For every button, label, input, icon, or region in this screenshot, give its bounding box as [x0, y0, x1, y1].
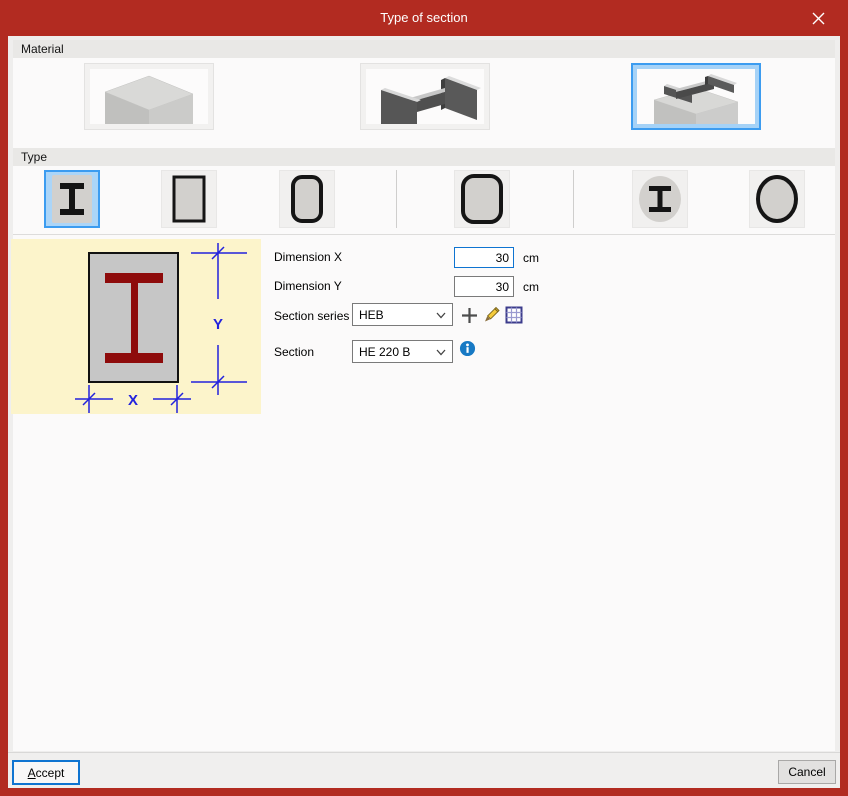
type-group-divider [573, 170, 574, 228]
circle-i-section-icon [639, 176, 681, 222]
dialog-content: Material Type Y X Dimension X 30 cm Dime… [8, 36, 840, 788]
grid-icon [505, 306, 523, 324]
pencil-icon [484, 306, 500, 321]
type-option-circular[interactable] [749, 170, 805, 228]
section-value: HE 220 B [359, 344, 411, 359]
rounded-square-icon [461, 174, 503, 224]
type-option-circular-with-i-section[interactable] [632, 170, 688, 228]
edit-series-button[interactable] [481, 304, 501, 324]
section-info-button[interactable] [457, 338, 477, 358]
i-section-icon [52, 175, 92, 223]
dimension-y-input[interactable] [454, 276, 514, 297]
accept-button[interactable]: Accept [12, 760, 80, 785]
material-option-composite-steel-on-concrete[interactable] [631, 63, 761, 130]
section-diagram: Y X [75, 243, 247, 413]
close-button[interactable] [802, 0, 834, 36]
type-option-rectangular[interactable] [161, 170, 217, 228]
type-group-divider [396, 170, 397, 228]
rounded-rectangle-icon [291, 175, 323, 223]
y-dimension-label: Y [213, 316, 223, 333]
window-title: Type of section [380, 10, 468, 25]
rectangle-icon [172, 175, 206, 223]
material-option-concrete-column[interactable] [84, 63, 214, 130]
series-table-button[interactable] [504, 305, 524, 325]
concrete-column-image [90, 69, 208, 124]
section-label: Section [274, 345, 315, 359]
horizontal-divider [13, 234, 835, 235]
accept-label-initial: A [27, 765, 36, 780]
section-series-label: Section series [274, 309, 350, 323]
x-dimension-label: X [128, 392, 138, 409]
footer-bar: Accept Cancel [8, 752, 840, 788]
cancel-button[interactable]: Cancel [778, 760, 836, 784]
dimension-y-label: Dimension Y [274, 279, 342, 293]
plus-icon [461, 307, 477, 323]
material-option-steel-section[interactable] [360, 63, 490, 130]
dimension-x-label: Dimension X [274, 250, 343, 264]
chevron-down-icon [436, 312, 446, 319]
section-dropdown[interactable]: HE 220 B [352, 340, 453, 363]
info-icon [459, 340, 475, 356]
cancel-label: Cancel [788, 765, 826, 779]
dimension-x-unit: cm [523, 251, 539, 265]
type-option-rounded-square[interactable] [454, 170, 510, 228]
composite-column-image [637, 69, 755, 124]
steel-section-image [366, 69, 484, 124]
type-option-i-section[interactable] [44, 170, 100, 228]
dimension-x-input[interactable] [454, 247, 514, 268]
type-option-rounded-rectangular[interactable] [279, 170, 335, 228]
material-section-header: Material [13, 40, 835, 58]
add-series-button[interactable] [459, 305, 479, 325]
section-series-value: HEB [359, 307, 384, 322]
section-series-dropdown[interactable]: HEB [352, 303, 453, 326]
dialog-window: Type of section Material Type Y X Dimens… [0, 0, 848, 796]
accept-label-rest: ccept [35, 765, 65, 780]
type-section-header: Type [13, 148, 835, 166]
dimension-y-unit: cm [523, 280, 539, 294]
close-icon [812, 12, 824, 24]
titlebar: Type of section [0, 0, 848, 36]
circle-icon [756, 175, 798, 223]
chevron-down-icon [436, 349, 446, 356]
section-preview-panel: Y X [11, 239, 261, 414]
